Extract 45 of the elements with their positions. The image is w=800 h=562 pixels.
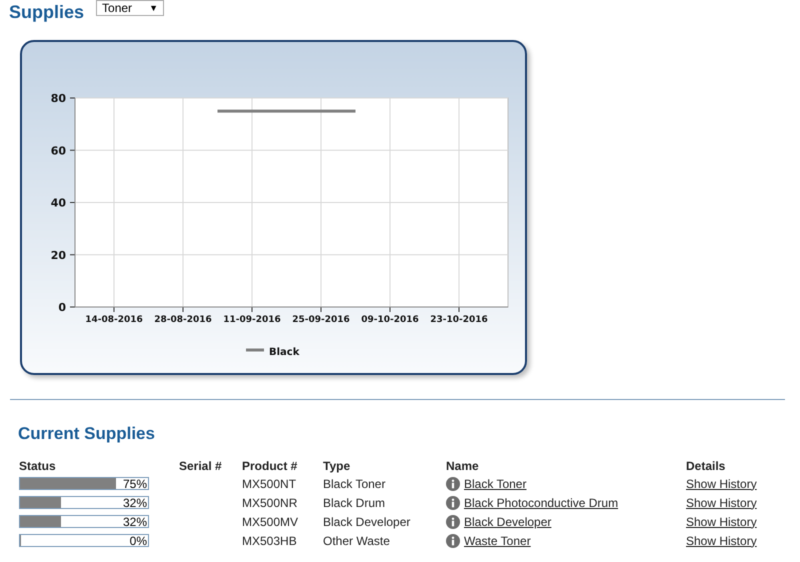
show-history-link[interactable]: Show History: [686, 496, 757, 510]
info-icon[interactable]: [446, 514, 460, 528]
supply-name-link[interactable]: Black Toner: [464, 476, 526, 490]
y-tick-label: 20: [50, 248, 66, 262]
y-tick-label: 80: [50, 92, 66, 105]
page-title: Supplies: [9, 2, 84, 22]
table-cell: Black Toner: [323, 474, 446, 493]
x-tick-label: 09-10-2016: [361, 315, 419, 325]
table-cell-text: MX500MV: [242, 514, 300, 530]
status-percent: 32%: [122, 515, 147, 529]
table-cell: Other Waste: [323, 531, 446, 550]
column-header: Status: [19, 458, 179, 474]
column-header: Serial #: [179, 458, 223, 474]
x-tick-label: 14-08-2016: [85, 315, 143, 325]
column-header: Details: [686, 458, 726, 474]
column-header: Name: [446, 458, 480, 474]
info-icon[interactable]: [446, 476, 460, 490]
supply-name-link[interactable]: Black Developer: [464, 514, 552, 528]
table-cell-text: MX500NR: [242, 494, 298, 512]
show-history-link[interactable]: Show History: [686, 514, 757, 528]
y-tick-label: 40: [50, 196, 66, 210]
table-cell: Black Developer: [323, 512, 446, 531]
status-percent: 75%: [122, 477, 147, 491]
y-tick-label: 0: [58, 301, 66, 314]
table-cell: Black Drum: [323, 493, 446, 512]
info-icon[interactable]: [446, 534, 460, 548]
x-tick-label: 23-10-2016: [430, 315, 488, 325]
table-cell-text: MX500NT: [242, 476, 298, 492]
y-tick-label: 60: [50, 144, 66, 158]
supply-type-dropdown[interactable]: Toner ▼: [96, 0, 164, 16]
column-header: Type: [323, 458, 352, 474]
status-percent: 0%: [130, 534, 147, 548]
column-header: Product #: [242, 458, 323, 474]
supply-name-link[interactable]: Waste Toner: [464, 534, 531, 548]
show-history-link[interactable]: Show History: [686, 534, 757, 548]
section-title: Current Supplies: [18, 424, 156, 444]
x-tick-label: 25-09-2016: [292, 315, 350, 325]
x-tick-label: 11-09-2016: [223, 315, 281, 325]
x-tick-label: 28-08-2016: [154, 315, 212, 325]
legend-label: Black: [269, 347, 300, 358]
table-cell-text: MX503HB: [242, 532, 298, 550]
status-percent: 32%: [122, 496, 147, 510]
show-history-link[interactable]: Show History: [686, 476, 757, 490]
supply-name-link[interactable]: Black Photoconductive Drum: [464, 496, 618, 510]
info-icon[interactable]: [446, 496, 460, 510]
